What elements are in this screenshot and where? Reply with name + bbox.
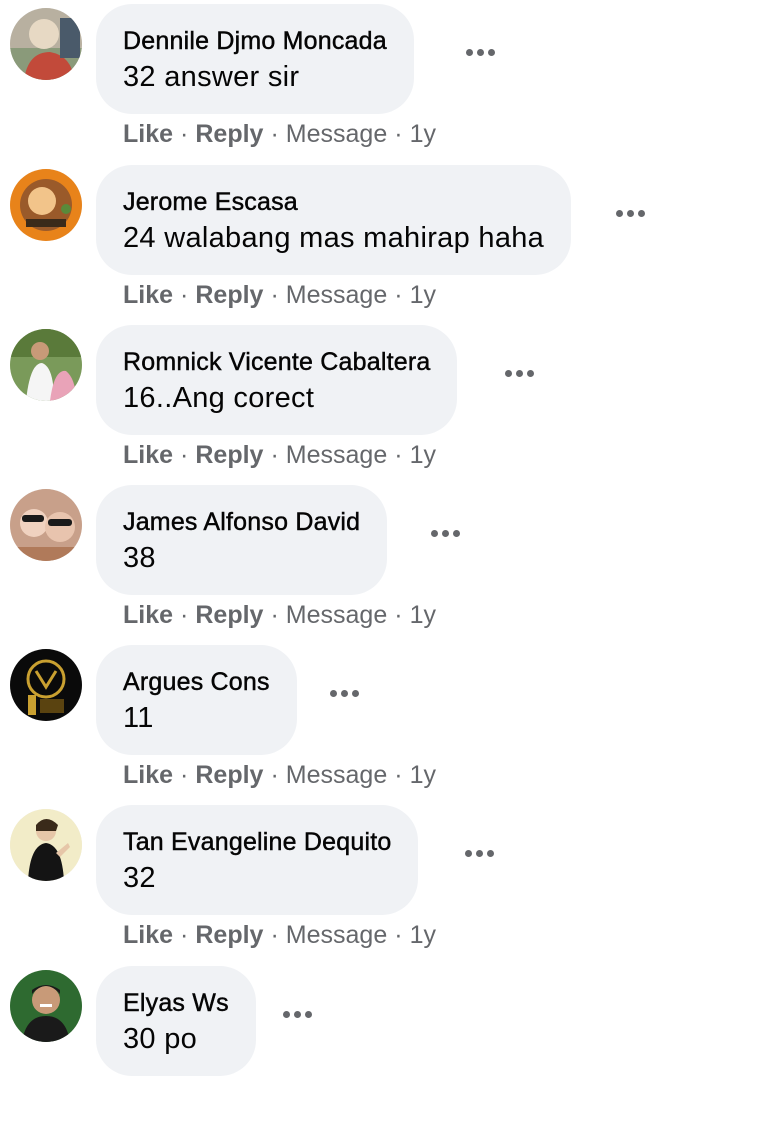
comment-bubble: Argues Cons 11 <box>96 645 297 755</box>
message-button[interactable]: Message <box>286 921 387 949</box>
comment-author[interactable]: Argues Cons <box>123 667 270 697</box>
comment-timestamp[interactable]: 1y <box>410 120 436 148</box>
avatar[interactable] <box>10 970 82 1042</box>
more-options-icon[interactable] <box>431 527 460 539</box>
comment-bubble: Elyas Ws 30 po <box>96 966 256 1076</box>
comment-bubble: Jerome Escasa 24 walabang mas mahirap ha… <box>96 165 572 275</box>
reply-button[interactable]: Reply <box>195 120 263 148</box>
avatar[interactable] <box>10 329 82 401</box>
comment-bubble: Dennile Djmo Moncada 32 answer sir <box>96 4 414 114</box>
avatar[interactable] <box>10 489 82 561</box>
like-button[interactable]: Like <box>123 281 173 309</box>
comment-text: 38 <box>123 542 156 574</box>
reply-button[interactable]: Reply <box>195 281 263 309</box>
comment-timestamp[interactable]: 1y <box>410 441 436 469</box>
comment-bubble: James Alfonso David 38 <box>96 485 388 595</box>
comment-author[interactable]: Romnick Vicente Cabaltera <box>123 347 431 377</box>
comment-timestamp[interactable]: 1y <box>410 281 436 309</box>
comment-timestamp[interactable]: 1y <box>410 601 436 629</box>
comment: Tan Evangeline Dequito 32 Like · Reply · Mes… <box>0 801 779 961</box>
comment-text: 30 po <box>123 1023 198 1055</box>
more-options-icon[interactable] <box>616 207 645 219</box>
reply-button[interactable]: Reply <box>195 601 263 629</box>
profile-photo-icon <box>10 169 82 241</box>
avatar[interactable] <box>10 649 82 721</box>
profile-photo-icon <box>10 970 82 1042</box>
profile-photo-icon <box>10 489 82 561</box>
comment: Romnick Vicente Cabaltera 16..Ang corect… <box>0 321 779 481</box>
reply-button[interactable]: Reply <box>195 921 263 949</box>
profile-photo-icon <box>10 8 82 80</box>
like-button[interactable]: Like <box>123 921 173 949</box>
comment: Argues Cons 11 Like · Reply · Message · 1y <box>0 641 779 801</box>
comment-actions: Like · Reply · Message · 1y <box>123 601 436 629</box>
comment-bubble: Tan Evangeline Dequito 32 <box>96 805 419 915</box>
reply-button[interactable]: Reply <box>195 441 263 469</box>
comment-text: 16..Ang corect <box>123 382 315 414</box>
more-options-icon[interactable] <box>466 46 495 58</box>
comment-text: 32 answer sir <box>123 61 300 93</box>
comment-text: 11 <box>123 702 154 734</box>
comment-author[interactable]: Elyas Ws <box>123 988 229 1018</box>
message-button[interactable]: Message <box>286 761 387 789</box>
more-options-icon[interactable] <box>505 367 534 379</box>
comment: Dennile Djmo Moncada 32 answer sir Like ·… <box>0 0 779 160</box>
comment-author[interactable]: James Alfonso David <box>123 507 361 537</box>
comment-author[interactable]: Dennile Djmo Moncada <box>123 26 387 56</box>
like-button[interactable]: Like <box>123 601 173 629</box>
avatar[interactable] <box>10 8 82 80</box>
comment-timestamp[interactable]: 1y <box>410 921 436 949</box>
more-options-icon[interactable] <box>283 1008 312 1020</box>
comment-bubble: Romnick Vicente Cabaltera 16..Ang corect <box>96 325 458 435</box>
message-button[interactable]: Message <box>286 601 387 629</box>
comment-author[interactable]: Jerome Escasa <box>123 187 544 217</box>
more-options-icon[interactable] <box>330 687 359 699</box>
comment-actions: Like · Reply · Message · 1y <box>123 921 436 949</box>
message-button[interactable]: Message <box>286 120 387 148</box>
profile-photo-icon <box>10 649 82 721</box>
reply-button[interactable]: Reply <box>195 761 263 789</box>
like-button[interactable]: Like <box>123 761 173 789</box>
comment-actions: Like · Reply · Message · 1y <box>123 120 436 148</box>
message-button[interactable]: Message <box>286 441 387 469</box>
comment-actions: Like · Reply · Message · 1y <box>123 281 436 309</box>
more-options-icon[interactable] <box>465 847 494 859</box>
like-button[interactable]: Like <box>123 120 173 148</box>
comment-actions: Like · Reply · Message · 1y <box>123 761 436 789</box>
comment-author[interactable]: Tan Evangeline Dequito <box>123 827 392 857</box>
avatar[interactable] <box>10 809 82 881</box>
like-button[interactable]: Like <box>123 441 173 469</box>
comment: James Alfonso David 38 Like · Reply · Messag… <box>0 481 779 641</box>
avatar[interactable] <box>10 169 82 241</box>
comment-text: 24 walabang mas mahirap haha <box>123 222 545 254</box>
message-button[interactable]: Message <box>286 281 387 309</box>
profile-photo-icon <box>10 329 82 401</box>
comment-actions: Like · Reply · Message · 1y <box>123 441 436 469</box>
comment-timestamp[interactable]: 1y <box>410 761 436 789</box>
comment: Elyas Ws 30 po <box>0 962 779 1122</box>
comment-text: 32 <box>123 862 156 894</box>
comment: Jerome Escasa 24 walabang mas mahirap ha… <box>0 161 779 321</box>
profile-photo-icon <box>10 809 82 881</box>
